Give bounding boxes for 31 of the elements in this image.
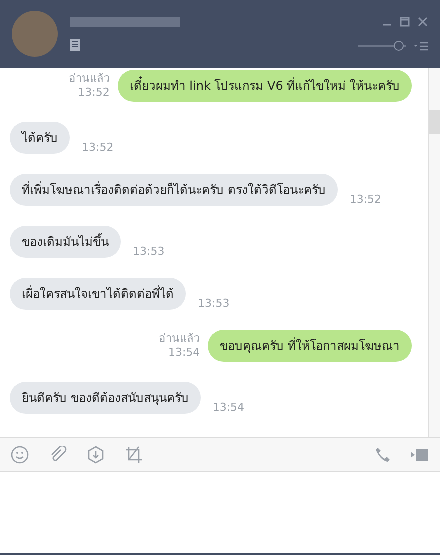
menu-icon[interactable] (414, 42, 428, 50)
message-time: 13:52 (78, 86, 110, 100)
message-bubble: ยินดีครับ ของดีต้องสนับสนุนครับ (10, 382, 201, 414)
message-bubble: เดี๋ยวผมทำ link โปรแกรม V6 ที่แก้ไขใหม่ ให้นะครับ (118, 70, 412, 102)
message-time: 13:54 (212, 400, 245, 416)
slider-thumb[interactable] (394, 41, 404, 51)
phone-icon[interactable] (375, 446, 391, 462)
download-icon[interactable] (87, 446, 105, 464)
avatar (12, 11, 58, 57)
read-receipt: อ่านแล้ว (159, 332, 200, 346)
message-time: 13:52 (82, 140, 114, 156)
scrollbar[interactable] (428, 68, 440, 437)
read-receipt: อ่านแล้ว (68, 72, 110, 86)
message-time: 13:52 (350, 192, 382, 208)
message-bubble: ของเดิมมันไม่ขึ้น (10, 226, 121, 258)
smiley-icon[interactable] (11, 446, 29, 464)
maximize-icon[interactable] (400, 17, 410, 27)
message-bubble: ที่เพิ่มโฆษณาเรื่องติดต่อด้วยก็ได้นะครับ ตรงใต้วิดีโอนะครับ (10, 174, 338, 206)
notes-icon[interactable] (70, 39, 80, 51)
message-bubble: ได้ครับ (10, 122, 70, 154)
message-time: 13:53 (198, 296, 230, 312)
message-time: 13:53 (133, 244, 165, 260)
message-bubble: เผื่อใครสนใจเขาได้ติดต่อพี่ได้ (10, 278, 186, 310)
opacity-slider[interactable] (358, 41, 406, 51)
video-camera-icon[interactable] (411, 448, 429, 462)
crop-icon[interactable] (125, 446, 143, 464)
paperclip-icon[interactable] (49, 446, 67, 464)
message-bubble: ขอบคุณครับ ที่ให้โอกาสผมโฆษณา (208, 330, 412, 362)
close-icon[interactable] (418, 17, 428, 27)
scrollbar-thumb[interactable] (429, 110, 440, 134)
message-time: 13:54 (168, 346, 200, 360)
